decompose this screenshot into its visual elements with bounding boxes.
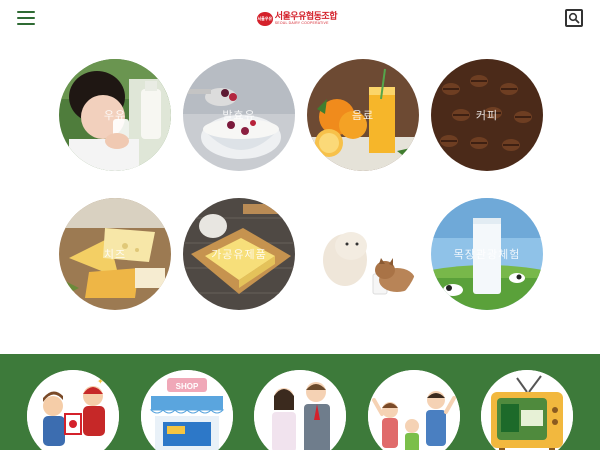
category-label: 목장관광체험: [453, 249, 521, 261]
logo-korean-text: 서울우유협동조합: [274, 11, 338, 22]
promo-happy-family[interactable]: [368, 370, 460, 450]
children-with-milk-pack-illustration: ✦: [27, 370, 119, 450]
promo-band: ✦ SHOP: [0, 354, 600, 450]
category-label: 음료: [351, 110, 375, 122]
hamburger-menu-icon[interactable]: [17, 11, 35, 27]
office-workers-illustration: [254, 370, 346, 450]
header: 서울우유 서울우유협동조합 SEOUL DAIRY COOPERATIVE: [0, 0, 600, 40]
category-label: 우유: [103, 110, 127, 122]
promo-tv-advertisement[interactable]: [481, 370, 573, 450]
promo-online-shop[interactable]: SHOP: [141, 370, 233, 450]
category-label: 치즈: [103, 249, 127, 261]
search-icon[interactable]: [565, 9, 583, 27]
category-cheese[interactable]: 치즈: [59, 198, 171, 310]
category-processed-dairy[interactable]: 가공유제품: [183, 198, 295, 310]
category-label: 커피: [475, 110, 499, 122]
category-label: [307, 198, 419, 310]
online-shop-storefront-illustration: SHOP: [141, 370, 233, 450]
category-label: 발효유: [222, 110, 256, 122]
shop-sign-text: SHOP: [176, 382, 199, 391]
category-fermented-milk[interactable]: 발효유: [183, 59, 295, 171]
category-farm-tour[interactable]: 목장관광체험: [431, 198, 543, 310]
svg-text:✦: ✦: [97, 377, 104, 386]
logo-english-text: SEOUL DAIRY COOPERATIVE: [274, 21, 329, 26]
category-beverage[interactable]: 음료: [307, 59, 419, 171]
promo-kids-milk[interactable]: ✦: [27, 370, 119, 450]
category-label: 가공유제품: [211, 249, 267, 261]
happy-family-illustration: [368, 370, 460, 450]
logo[interactable]: 서울우유 서울우유협동조합 SEOUL DAIRY COOPERATIVE: [257, 9, 338, 29]
promo-office-workers[interactable]: [254, 370, 346, 450]
retro-tv-advertisement-illustration: [481, 370, 573, 450]
category-milk[interactable]: 우유: [59, 59, 171, 171]
logo-mark: 서울우유: [257, 12, 273, 26]
category-pet-milk[interactable]: [307, 198, 419, 310]
category-coffee[interactable]: 커피: [431, 59, 543, 171]
